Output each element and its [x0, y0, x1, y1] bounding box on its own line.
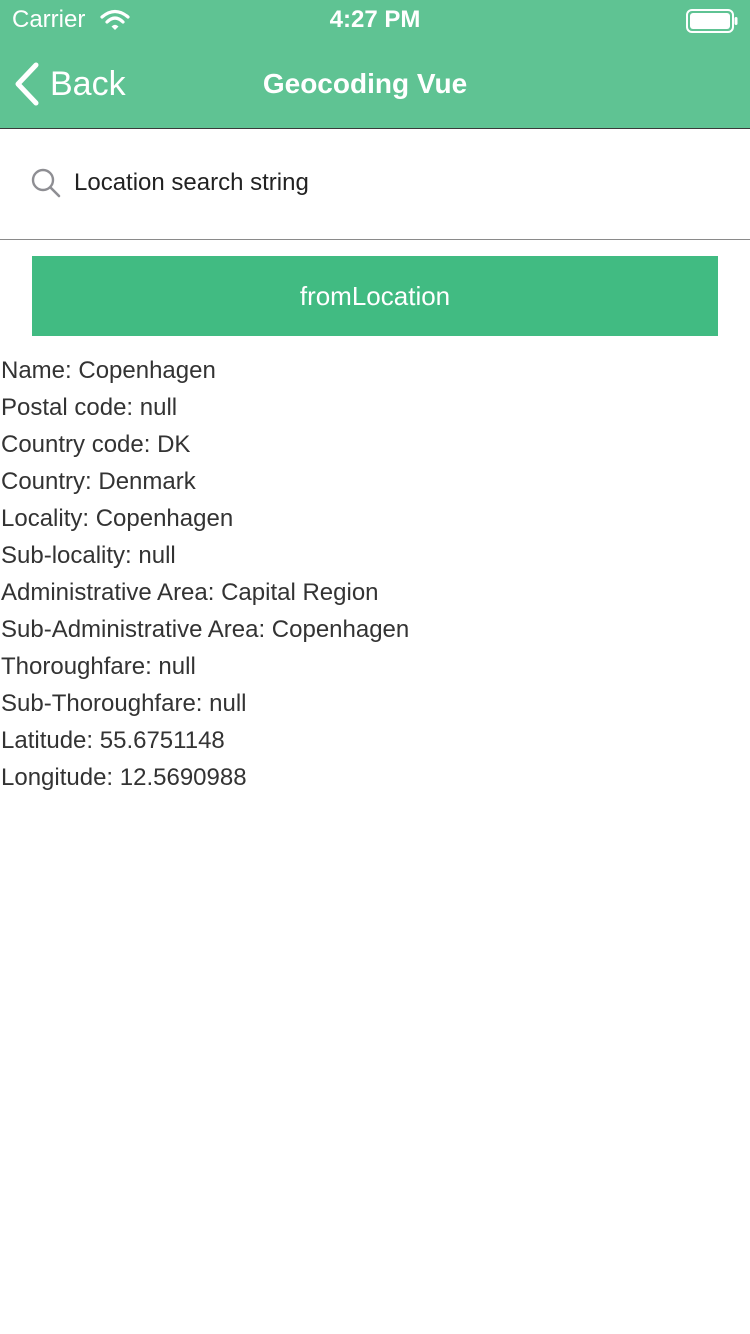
search-bar: [0, 129, 750, 240]
result-sub-administrative-area: Sub-Administrative Area: Copenhagen: [1, 616, 410, 643]
result-sub-locality: Sub-locality: null: [1, 542, 176, 569]
search-icon: [31, 168, 61, 198]
result-country: Country: Denmark: [1, 468, 196, 495]
result-name: Name: Copenhagen: [1, 357, 216, 384]
status-time: 4:27 PM: [329, 6, 421, 33]
status-bar: Carrier 4:27 PM: [0, 0, 750, 40]
result-thoroughfare: Thoroughfare: null: [1, 653, 196, 680]
app-header: Carrier 4:27 PM Back Geocoding Vue: [0, 0, 750, 129]
result-locality: Locality: Copenhagen: [1, 505, 234, 532]
result-postal-code: Postal code: null: [1, 394, 178, 421]
result-latitude: Latitude: 55.6751148: [1, 727, 225, 754]
result-administrative-area: Administrative Area: Capital Region: [1, 579, 379, 606]
result-sub-thoroughfare: Sub-Thoroughfare: null: [1, 690, 247, 717]
result-country-code: Country code: DK: [1, 431, 191, 458]
results-list: Name: Copenhagen Postal code: null Count…: [1, 352, 741, 796]
page-title: Geocoding Vue: [262, 68, 468, 99]
result-longitude: Longitude: 12.5690988: [1, 764, 247, 791]
battery-icon: [686, 9, 738, 33]
navigation-bar: Back Geocoding Vue: [0, 40, 750, 128]
from-location-button[interactable]: fromLocation: [32, 256, 718, 336]
search-input[interactable]: [74, 163, 714, 203]
